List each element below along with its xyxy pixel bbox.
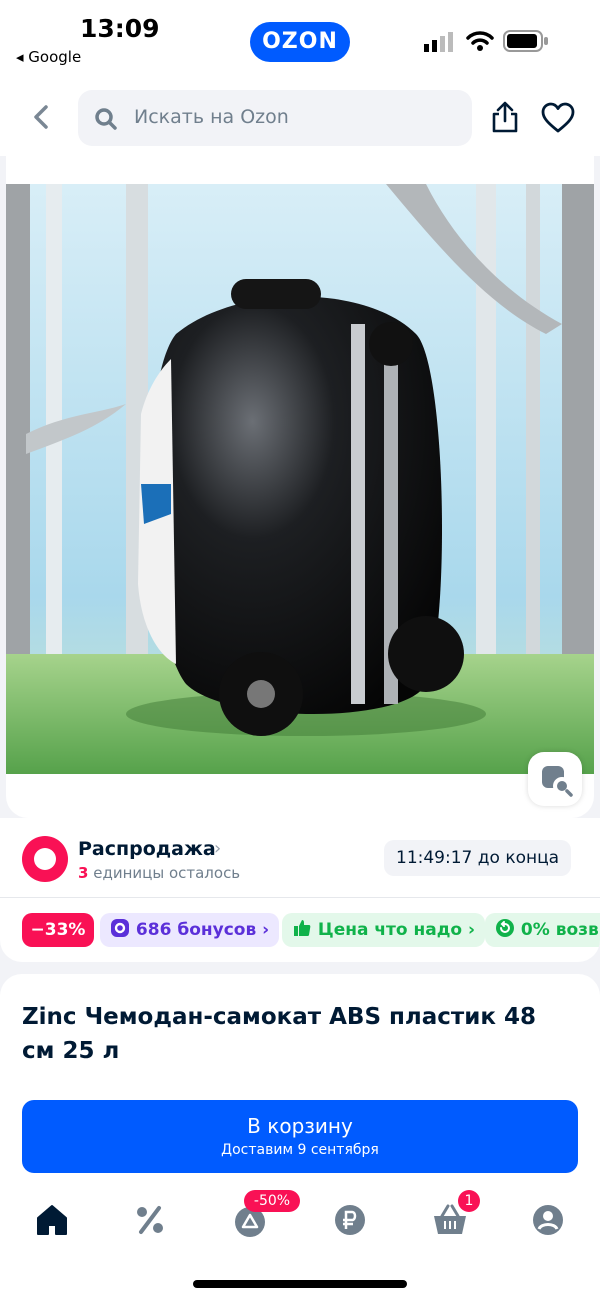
sale-title: Распродажа <box>78 838 216 860</box>
chevron-left-icon[interactable] <box>26 102 56 132</box>
discount-badge: −33% <box>22 913 94 947</box>
sale-timer: 11:49:17 до конца <box>384 840 572 876</box>
promo-badge: -50% <box>244 1190 300 1212</box>
share-icon[interactable] <box>490 100 520 134</box>
add-to-cart-button[interactable]: В корзину Доставим 9 сентября <box>22 1100 578 1173</box>
back-to-google-link[interactable]: ◂ Google <box>16 48 81 66</box>
top-header: Искать на Ozon <box>0 80 600 156</box>
return-chip[interactable]: 0% возв <box>485 913 600 947</box>
status-time: 13:09 <box>80 14 160 43</box>
bottom-tab-bar: -50% 1 <box>0 1174 600 1300</box>
stock-left-label: единицы осталось <box>93 864 241 882</box>
bonus-icon <box>111 919 129 937</box>
battery-icon <box>503 30 548 52</box>
profile-icon[interactable] <box>528 1202 568 1238</box>
ruble-icon[interactable] <box>330 1202 370 1238</box>
bonus-label: 686 бонусов › <box>135 920 270 940</box>
stock-count: 3 <box>78 864 89 882</box>
status-bar: 13:09 ◂ Google OZON <box>0 0 600 80</box>
stock-left: 3 единицы осталось <box>78 864 240 882</box>
add-to-cart-label: В корзину <box>247 1114 353 1138</box>
product-gallery[interactable] <box>6 156 594 818</box>
sale-row[interactable]: Распродажа › 3 единицы осталось 11:49:17… <box>0 818 600 898</box>
bonus-chip[interactable]: 686 бонусов › <box>100 913 280 947</box>
image-search-button[interactable] <box>528 752 582 806</box>
chevron-right-icon: › <box>214 838 222 859</box>
cart-count-badge: 1 <box>458 1190 480 1212</box>
search-placeholder: Искать на Ozon <box>134 106 289 128</box>
search-icon <box>95 108 117 130</box>
badges-row: −33% 686 бонусов › Цена что надо › 0% во… <box>0 898 600 962</box>
good-price-label: Цена что надо › <box>317 920 476 940</box>
heart-icon[interactable] <box>540 102 576 134</box>
home-icon[interactable] <box>32 1202 72 1238</box>
ozon-logo: OZON <box>250 22 350 62</box>
image-search-icon <box>542 766 573 797</box>
product-title: Zinc Чемодан-самокат ABS пластик 48 см 2… <box>22 1004 536 1064</box>
wifi-icon <box>466 31 494 51</box>
return-label: 0% возв <box>520 920 599 940</box>
good-price-chip[interactable]: Цена что надо › <box>282 913 486 947</box>
product-photo[interactable] <box>6 184 594 774</box>
cellular-signal-icon <box>424 32 453 52</box>
home-indicator <box>193 1280 407 1288</box>
sale-ring-icon <box>22 836 68 882</box>
thumbs-up-icon <box>294 920 311 936</box>
return-icon <box>496 919 514 937</box>
delivery-date: Доставим 9 сентября <box>221 1142 379 1158</box>
percent-icon[interactable] <box>130 1202 170 1238</box>
